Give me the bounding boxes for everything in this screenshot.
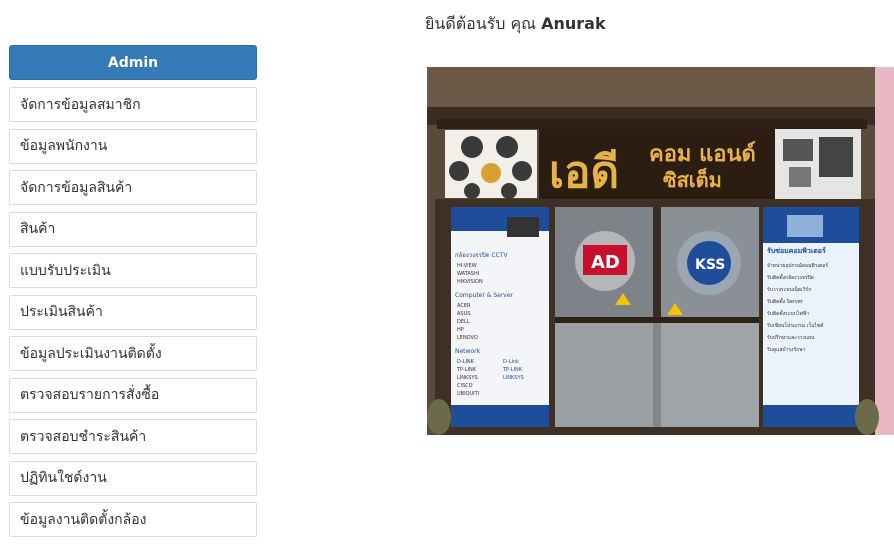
tools-icon (496, 136, 518, 158)
person-icon (481, 163, 501, 183)
menu-item-manage-members[interactable]: จัดการข้อมูลสมาชิก (9, 87, 257, 122)
shop-sign-sub2: ซิสเต็ม (663, 167, 722, 192)
menu-item-check-payments[interactable]: ตรวจสอบชำระสินค้า (9, 419, 257, 454)
svg-text:TP-LINK: TP-LINK (456, 367, 477, 373)
svg-text:WATASHI: WATASHI (457, 271, 479, 277)
svg-text:HIKVISION: HIKVISION (457, 279, 483, 285)
svg-text:Computer & Server: Computer & Server (455, 292, 514, 299)
menu-item-calendar[interactable]: ปฏิทินใชด์งาน (9, 460, 257, 496)
shop-sign-main: เอดี (549, 147, 619, 198)
menu-item-check-orders[interactable]: ตรวจสอบรายการสั่งซื้อ (9, 377, 257, 413)
svg-text:D-Link: D-Link (503, 359, 519, 365)
svg-text:KSS: KSS (695, 257, 725, 273)
menu-item-products[interactable]: สินค้า (9, 211, 257, 247)
menu-item-camera-installations[interactable]: ข้อมูลงานติดตั้งกล้อง (9, 502, 257, 537)
svg-text:รับซ่อมคอมพิวเตอร์: รับซ่อมคอมพิวเตอร์ (767, 246, 826, 255)
gear-icon (461, 136, 483, 158)
svg-text:รับปรึกษาและวางแผน: รับปรึกษาและวางแผน (767, 334, 815, 341)
svg-text:UBIQUITI: UBIQUITI (457, 391, 479, 397)
svg-text:CISCO: CISCO (457, 383, 473, 389)
svg-text:TP-LINK: TP-LINK (502, 367, 523, 373)
welcome-username: Anurak (541, 14, 606, 33)
svg-text:รับเขียนโปรแกรม เว็บไซต์: รับเขียนโปรแกรม เว็บไซต์ (767, 321, 824, 329)
wrench-icon (449, 161, 469, 181)
svg-text:กล้องวงจรปิด CCTV: กล้องวงจรปิด CCTV (455, 252, 509, 259)
svg-text:LINKSYS: LINKSYS (457, 375, 478, 381)
svg-text:รับดูแลบำรุงรักษา: รับดูแลบำรุงรักษา (767, 347, 806, 353)
svg-text:HP: HP (457, 327, 464, 333)
svg-text:จำหน่ายอุปกรณ์คอมพิวเตอร์: จำหน่ายอุปกรณ์คอมพิวเตอร์ (767, 262, 828, 269)
shop-sign-sub1: คอม แอนด์ (649, 141, 756, 167)
welcome-message: ยินดีต้อนรับ คุณ Anurak (425, 12, 606, 37)
menu-item-installation-evaluation[interactable]: ข้อมูลประเมินงานติดตั้ง (9, 336, 257, 371)
svg-text:DELL: DELL (457, 319, 470, 325)
welcome-prefix: ยินดีต้อนรับ คุณ (425, 14, 537, 33)
admin-sidebar: Admin จัดการข้อมูลสมาชิก ข้อมูลพนักงาน จ… (9, 45, 257, 544)
svg-text:Network: Network (455, 348, 481, 355)
svg-text:LENOVO: LENOVO (457, 335, 478, 341)
menu-item-manage-products[interactable]: จัดการข้อมูลสินค้า (9, 170, 257, 205)
svg-text:D-LINK: D-LINK (457, 359, 475, 365)
svg-text:LINKSYS: LINKSYS (503, 375, 524, 381)
menu-item-product-evaluation[interactable]: ประเมินสินค้า (9, 294, 257, 330)
svg-text:AD: AD (591, 252, 620, 273)
phone-icon (512, 161, 532, 181)
svg-text:ACER: ACER (457, 303, 471, 309)
svg-text:ASUS: ASUS (457, 311, 470, 317)
menu-item-employees[interactable]: ข้อมูลพนักงาน (9, 128, 257, 164)
menu-item-evaluation-form[interactable]: แบบรับประเมิน (9, 253, 257, 288)
svg-text:HI-VIEW: HI-VIEW (457, 263, 477, 269)
admin-header: Admin (9, 45, 257, 80)
svg-text:รับวางระบบเน็ตเวิร์ก: รับวางระบบเน็ตเวิร์ก (767, 285, 811, 293)
storefront-photo: เอดี คอม แอนด์ ซิสเต็ม กล้องวงจรปิด CCTV… (427, 67, 894, 435)
